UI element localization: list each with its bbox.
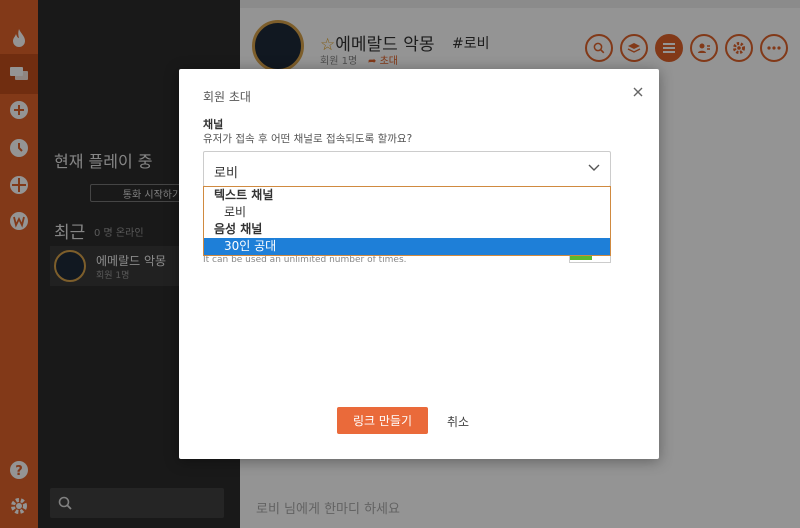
create-link-button[interactable]: 링크 만들기: [337, 407, 428, 434]
modal-title: 회원 초대: [203, 90, 251, 104]
channel-description: 유저가 접속 후 어떤 채널로 접속되도록 할까요?: [203, 133, 413, 145]
channel-dropdown-list: 텍스트 채널 로비 음성 채널 30인 공대: [203, 186, 611, 256]
channel-select-value: 로비: [214, 166, 238, 181]
channel-select[interactable]: 로비: [203, 151, 611, 187]
option-lobby[interactable]: 로비: [204, 204, 610, 221]
option-30-raid[interactable]: 30인 공대: [204, 238, 610, 255]
group-voice-channels: 음성 채널: [214, 222, 263, 236]
close-icon[interactable]: [631, 85, 645, 99]
cancel-button[interactable]: 취소: [447, 413, 469, 430]
group-text-channels: 텍스트 채널: [214, 188, 274, 202]
invite-modal: 회원 초대 채널 유저가 접속 후 어떤 채널로 접속되도록 할까요? 로비 텍…: [179, 69, 659, 459]
channel-label: 채널: [203, 118, 224, 131]
unlimited-note: It can be used an unlimited number of ti…: [203, 255, 407, 265]
chevron-down-icon: [588, 164, 600, 171]
app-window: ? 현재 플레이 중 통화 시작하기 최근 0 명 온라인 에메랄드 악몽 회원…: [0, 0, 800, 528]
